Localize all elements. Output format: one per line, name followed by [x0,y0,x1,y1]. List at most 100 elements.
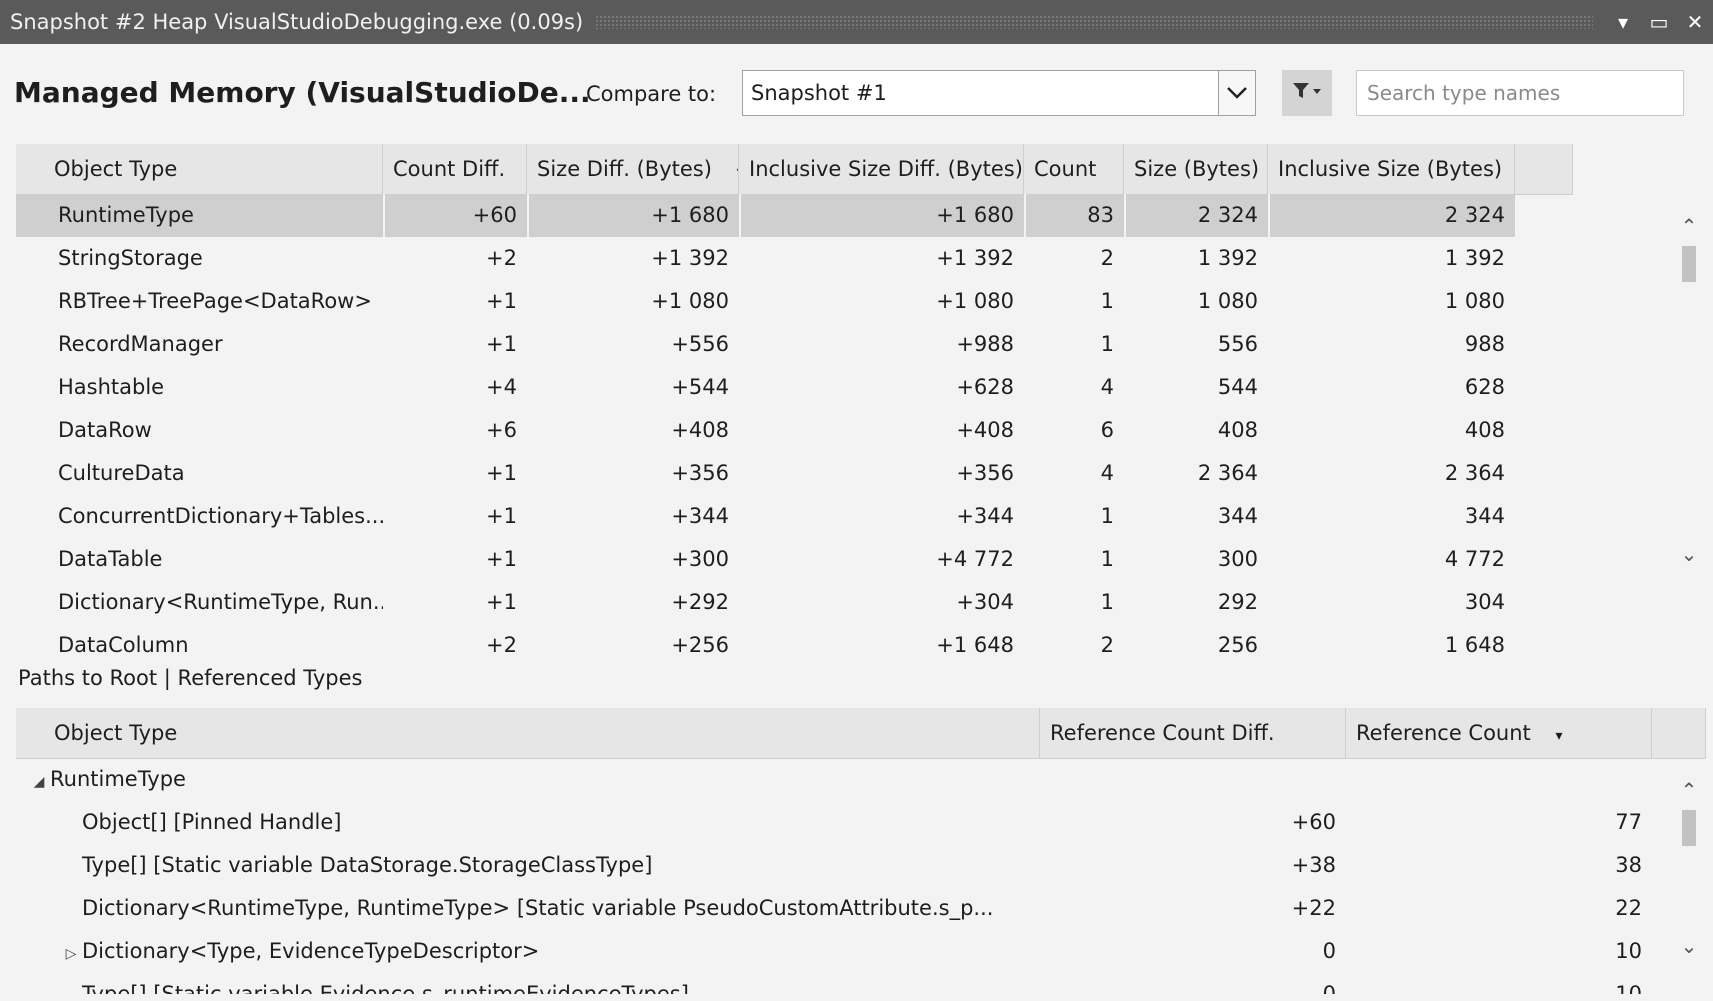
collapse-icon[interactable]: ◢ [28,761,50,801]
col-size-diff[interactable]: Size Diff. (Bytes) ▾ [527,144,739,194]
cell-size-diff: +256 [671,633,729,654]
col-reference-count[interactable]: Reference Count ▾ [1346,708,1652,758]
cell-count: 2 [1100,246,1114,270]
tree-row[interactable]: Type[] [Static variable DataStorage.Stor… [16,844,1652,887]
col-reference-count-diff[interactable]: Reference Count Diff. [1040,708,1346,758]
cell-object-type: DataColumn [58,633,189,654]
cell-count-diff: +1 [486,289,517,313]
tab-referenced-types[interactable]: Referenced Types [178,666,363,690]
table-row[interactable]: RecordManager +1 +556 +988 1 556 988 [16,323,1515,366]
cell-object-type: RecordManager [58,332,223,356]
cell-inclusive-size: 2 324 [1268,194,1515,237]
cell-object-type: RuntimeType [16,194,383,237]
tab-paths-to-root[interactable]: Paths to Root [18,666,157,690]
col-object-type[interactable]: Object Type [16,144,383,194]
table-row[interactable]: ConcurrentDictionary+Tables... +1 +344 +344… [16,495,1515,538]
table-row[interactable]: Dictionary<RuntimeType, Run... +1 +292 +304… [16,581,1515,624]
col-inclusive-size-diff[interactable]: Inclusive Size Diff. (Bytes) [739,144,1024,194]
maximize-icon[interactable]: ▭ [1641,10,1677,34]
cell-count: 1 [1100,590,1114,614]
col-inclusive-size[interactable]: Inclusive Size (Bytes) [1268,144,1515,194]
scroll-thumb[interactable] [1682,246,1696,282]
cell-object-type: CultureData [58,461,185,485]
cell-count: 83 [1024,194,1124,237]
bottom-grid-scrollbar[interactable]: ⌃ ⌄ [1676,758,1702,994]
table-row[interactable]: CultureData +1 +356 +356 4 2 364 2 364 [16,452,1515,495]
cell-size: 408 [1217,418,1258,442]
cell-count-diff: +2 [486,633,517,654]
cell-ref-object-type: Type[] [Static variable Evidence.s_runti… [16,973,1040,994]
table-row[interactable]: DataRow +6 +408 +408 6 408 408 [16,409,1515,452]
grid-column-headers: Object Type Count Diff. Size Diff. (Byte… [16,144,1573,195]
chevron-down-icon[interactable] [1218,71,1255,115]
cell-size: 2 364 [1197,461,1258,485]
cell-size-diff: +344 [671,504,729,528]
cell-count-diff: +60 [383,194,527,237]
cell-count: 4 [1100,375,1114,399]
tree-row[interactable]: ▷ Dictionary<Type, EvidenceTypeDescriptor… [16,930,1652,973]
cell-count-diff: +1 [486,504,517,528]
cell-size: 544 [1217,375,1258,399]
cell-size: 344 [1217,504,1258,528]
tree-rows: ◢ RuntimeType Object[] [Pinned Handle] +60 7… [16,758,1652,994]
cell-count: 6 [1100,418,1114,442]
window-title-bar: Snapshot #2 Heap VisualStudioDebugging.e… [0,0,1713,44]
cell-size-diff: +408 [671,418,729,442]
table-row[interactable]: RuntimeType +60 +1 680 +1 680 83 2 324 2 324 [16,194,1515,237]
scroll-up-icon[interactable]: ⌃ [1676,776,1702,804]
filter-icon [1292,81,1322,105]
cell-count: 1 [1100,289,1114,313]
close-icon[interactable]: ✕ [1677,10,1713,34]
cell-reference-count: 10 [1615,982,1642,994]
cell-size: 2 324 [1124,194,1268,237]
table-row[interactable]: DataTable +1 +300 +4 772 1 300 4 772 [16,538,1515,581]
table-row[interactable]: StringStorage +2 +1 392 +1 392 2 1 392 1 392 [16,237,1515,280]
table-row[interactable]: Hashtable +4 +544 +628 4 544 628 [16,366,1515,409]
bottom-grid-column-headers: Object Type Reference Count Diff. Refere… [16,708,1706,759]
cell-size: 556 [1217,332,1258,356]
cell-reference-count-diff: 0 [1322,982,1336,994]
top-grid-scrollbar[interactable]: ⌃ ⌄ [1676,194,1702,654]
cell-count: 1 [1100,504,1114,528]
expand-icon[interactable]: ▷ [60,933,82,973]
col-count[interactable]: Count [1024,144,1124,194]
cell-reference-count [1346,758,1652,801]
cell-count-diff: +1 [486,461,517,485]
scroll-down-icon[interactable]: ⌄ [1676,932,1702,960]
cell-size-diff: +356 [671,461,729,485]
tree-row[interactable]: Type[] [Static variable Evidence.s_runti… [16,973,1652,994]
cell-inclusive-size: 304 [1464,590,1505,614]
cell-reference-count: 77 [1615,810,1642,834]
scroll-down-icon[interactable]: ⌄ [1676,540,1702,568]
filter-button[interactable] [1282,70,1332,116]
col-size[interactable]: Size (Bytes) [1124,144,1268,194]
col-ref-object-type[interactable]: Object Type [16,708,1040,758]
scroll-thumb[interactable] [1682,810,1696,846]
compare-to-select[interactable]: Snapshot #1 [742,70,1256,116]
cell-reference-count: 10 [1615,939,1642,963]
cell-size-diff: +292 [671,590,729,614]
table-row[interactable]: RBTree+TreePage<DataRow> +1 +1 080 +1 080 1 1… [16,280,1515,323]
col-reference-count-label: Reference Count [1356,721,1531,745]
tree-row[interactable]: Object[] [Pinned Handle] +60 77 [16,801,1652,844]
col-count-diff[interactable]: Count Diff. [383,144,527,194]
cell-inclusive-size-diff: +1 648 [936,633,1014,654]
tree-row[interactable]: Dictionary<RuntimeType, RuntimeType> [St… [16,887,1652,930]
search-input[interactable] [1356,70,1684,116]
cell-inclusive-size: 1 392 [1444,246,1505,270]
cell-count-diff: +1 [486,590,517,614]
grid-rows: RuntimeType +60 +1 680 +1 680 83 2 324 2 324 St… [16,194,1515,654]
cell-object-type: StringStorage [58,246,203,270]
cell-inclusive-size-diff: +988 [956,332,1014,356]
cell-inclusive-size: 988 [1464,332,1505,356]
scroll-up-icon[interactable]: ⌃ [1676,212,1702,240]
cell-count: 2 [1100,633,1114,654]
table-row[interactable]: DataColumn +2 +256 +1 648 2 256 1 648 [16,624,1515,654]
cell-count-diff: +6 [486,418,517,442]
managed-types-grid: Object Type Count Diff. Size Diff. (Byte… [16,144,1706,654]
cell-reference-count-diff: +22 [1291,896,1336,920]
tree-row[interactable]: ◢ RuntimeType [16,758,1652,801]
cell-size: 300 [1217,547,1258,571]
window-menu-dropdown-icon[interactable]: ▾ [1605,10,1641,34]
tree-row-label: Object[] [Pinned Handle] [82,810,342,834]
